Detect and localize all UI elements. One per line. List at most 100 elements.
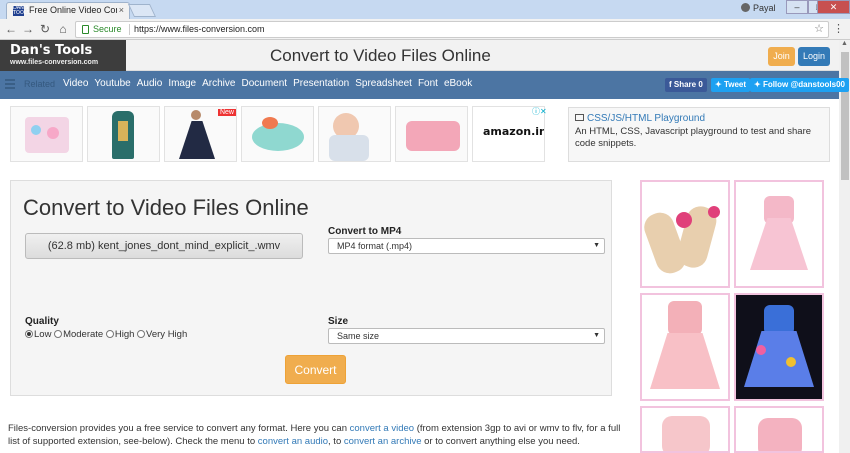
menu-icon[interactable] (5, 79, 15, 89)
browser-menu-icon[interactable]: ⋮ (833, 22, 844, 35)
monitor-icon (575, 114, 584, 121)
tab-title: Free Online Video Conve (29, 5, 117, 15)
forward-icon[interactable]: → (21, 22, 35, 36)
nav-item-presentation[interactable]: Presentation (293, 78, 349, 89)
minimize-button[interactable]: – (786, 0, 808, 14)
ad-product-tile[interactable] (241, 106, 314, 162)
page-scrollbar[interactable]: ▲ (839, 40, 850, 453)
ad-product-tile[interactable] (734, 406, 824, 453)
quality-label: Quality (25, 316, 59, 327)
quality-radio-moderate[interactable] (54, 330, 63, 338)
intro-text-4: or to convert anything else you need. (421, 436, 580, 447)
converter-panel: Convert to Video Files Online (62.8 mb) … (10, 180, 612, 396)
intro-text-1: Files-conversion provides you a free ser… (8, 423, 350, 434)
browser-tab[interactable]: DAN'S TOOLS Free Online Video Conve × (6, 2, 130, 19)
secure-label: Secure (93, 24, 122, 34)
intro-paragraph: Files-conversion provides you a free ser… (8, 422, 623, 448)
page-title: Convert to Video Files Online (270, 46, 491, 65)
new-tab-button[interactable] (127, 4, 157, 17)
twitter-follow-button[interactable]: ✦ Follow @danstools00 (750, 78, 849, 92)
new-badge: New (217, 109, 236, 116)
browser-tab-bar: DAN'S TOOLS Free Online Video Conve × Pa… (0, 0, 850, 19)
chevron-down-icon: ▼ (593, 332, 600, 339)
format-select[interactable]: MP4 format (.mp4) ▼ (328, 238, 605, 254)
twitter-bird-icon: ✦ (754, 80, 763, 89)
quality-option-low[interactable]: Low (34, 329, 51, 340)
scrollbar-thumb[interactable] (841, 52, 849, 180)
tab-close-icon[interactable]: × (119, 5, 124, 15)
ad-product-tile[interactable] (734, 293, 824, 401)
quality-radio-high[interactable] (105, 330, 114, 338)
ad-product-tile[interactable] (87, 106, 160, 162)
bookmark-star-icon[interactable]: ☆ (814, 22, 824, 35)
nav-item-ebook[interactable]: eBook (444, 78, 472, 89)
user-icon (741, 3, 750, 12)
intro-text-3: , to (328, 436, 344, 447)
converter-title: Convert to Video Files Online (23, 195, 309, 220)
tweet-button[interactable]: ✦ Tweet (711, 78, 751, 92)
nav-related-label: Related (24, 79, 56, 89)
window-close-button[interactable]: ✕ (817, 0, 850, 14)
convert-button[interactable]: Convert (285, 355, 346, 384)
adchoices-icon[interactable]: ⓘ✕ (532, 106, 547, 117)
ad-banner-strip[interactable]: New amazon.in ⓘ✕ (10, 106, 550, 162)
profile-chip[interactable]: Payal (741, 2, 779, 15)
site-favicon-icon: DAN'S TOOLS (13, 5, 30, 16)
quality-option-moderate[interactable]: Moderate (63, 329, 103, 340)
quality-option-high[interactable]: High (115, 329, 135, 340)
ad-product-tile[interactable] (640, 180, 730, 288)
logo-url: www.files-conversion.com (10, 59, 99, 66)
ad-product-tile[interactable]: New (164, 106, 237, 162)
size-select[interactable]: Same size ▼ (328, 328, 605, 344)
nav-item-font[interactable]: Font (418, 78, 438, 89)
facebook-share-button[interactable]: f Share 0 (665, 78, 707, 92)
side-ad-column[interactable]: ⓘ✕ (638, 180, 829, 453)
selected-file-button[interactable]: (62.8 mb) kent_jones_dont_mind_explicit_… (25, 233, 303, 259)
convert-archive-link[interactable]: convert an archive (344, 436, 422, 447)
quality-radio-low[interactable] (25, 330, 33, 338)
quality-radio-very-high[interactable] (137, 330, 146, 338)
back-icon[interactable]: ← (4, 22, 18, 36)
nav-item-youtube[interactable]: Youtube (94, 78, 130, 89)
nav-item-document[interactable]: Document (241, 78, 287, 89)
amazon-logo: amazon.in (483, 125, 545, 138)
divider (129, 24, 130, 35)
quality-option-very-high[interactable]: Very High (146, 329, 187, 340)
twitter-bird-icon: ✦ (715, 80, 724, 89)
nav-item-image[interactable]: Image (168, 78, 196, 89)
home-icon[interactable]: ⌂ (56, 22, 70, 36)
size-select-value: Same size (337, 331, 380, 341)
address-bar-row: ← → ↻ ⌂ Secure https://www.files-convers… (0, 19, 850, 40)
lock-icon (82, 25, 89, 34)
nav-item-video[interactable]: Video (63, 78, 88, 89)
profile-name: Payal (753, 3, 776, 13)
format-select-value: MP4 format (.mp4) (337, 241, 413, 251)
ad-product-tile[interactable] (318, 106, 391, 162)
convert-to-label: Convert to MP4 (328, 226, 402, 237)
playground-card[interactable]: CSS/JS/HTML Playground An HTML, CSS, Jav… (568, 107, 830, 162)
ad-product-tile[interactable] (640, 406, 730, 453)
ad-product-tile[interactable] (640, 293, 730, 401)
convert-audio-link[interactable]: convert an audio (258, 436, 328, 447)
site-header: Dan's Tools www.files-conversion.com Con… (0, 40, 839, 71)
chevron-down-icon: ▼ (593, 242, 600, 249)
login-button[interactable]: Login (798, 47, 830, 66)
scroll-up-icon[interactable]: ▲ (839, 40, 850, 50)
ad-product-tile[interactable] (734, 180, 824, 288)
join-button[interactable]: Join (768, 47, 795, 66)
tweet-label: Tweet (723, 80, 747, 89)
ad-product-tile[interactable] (395, 106, 468, 162)
follow-label: Follow @danstools00 (762, 80, 845, 89)
reload-icon[interactable]: ↻ (38, 22, 52, 36)
category-nav: Related Video Youtube Audio Image Archive Doc… (0, 71, 849, 99)
ad-product-tile[interactable] (10, 106, 83, 162)
site-logo[interactable]: Dan's Tools www.files-conversion.com (0, 40, 126, 71)
playground-title: CSS/JS/HTML Playground (587, 113, 706, 124)
convert-video-link[interactable]: convert a video (350, 423, 414, 434)
nav-item-audio[interactable]: Audio (137, 78, 163, 89)
nav-links: Video Youtube Audio Image Archive Document Pre… (63, 78, 478, 89)
nav-item-spreadsheet[interactable]: Spreadsheet (355, 78, 412, 89)
playground-link[interactable]: CSS/JS/HTML Playground (575, 113, 705, 124)
url-input[interactable]: Secure https://www.files-conversion.com … (75, 21, 829, 38)
nav-item-archive[interactable]: Archive (202, 78, 235, 89)
